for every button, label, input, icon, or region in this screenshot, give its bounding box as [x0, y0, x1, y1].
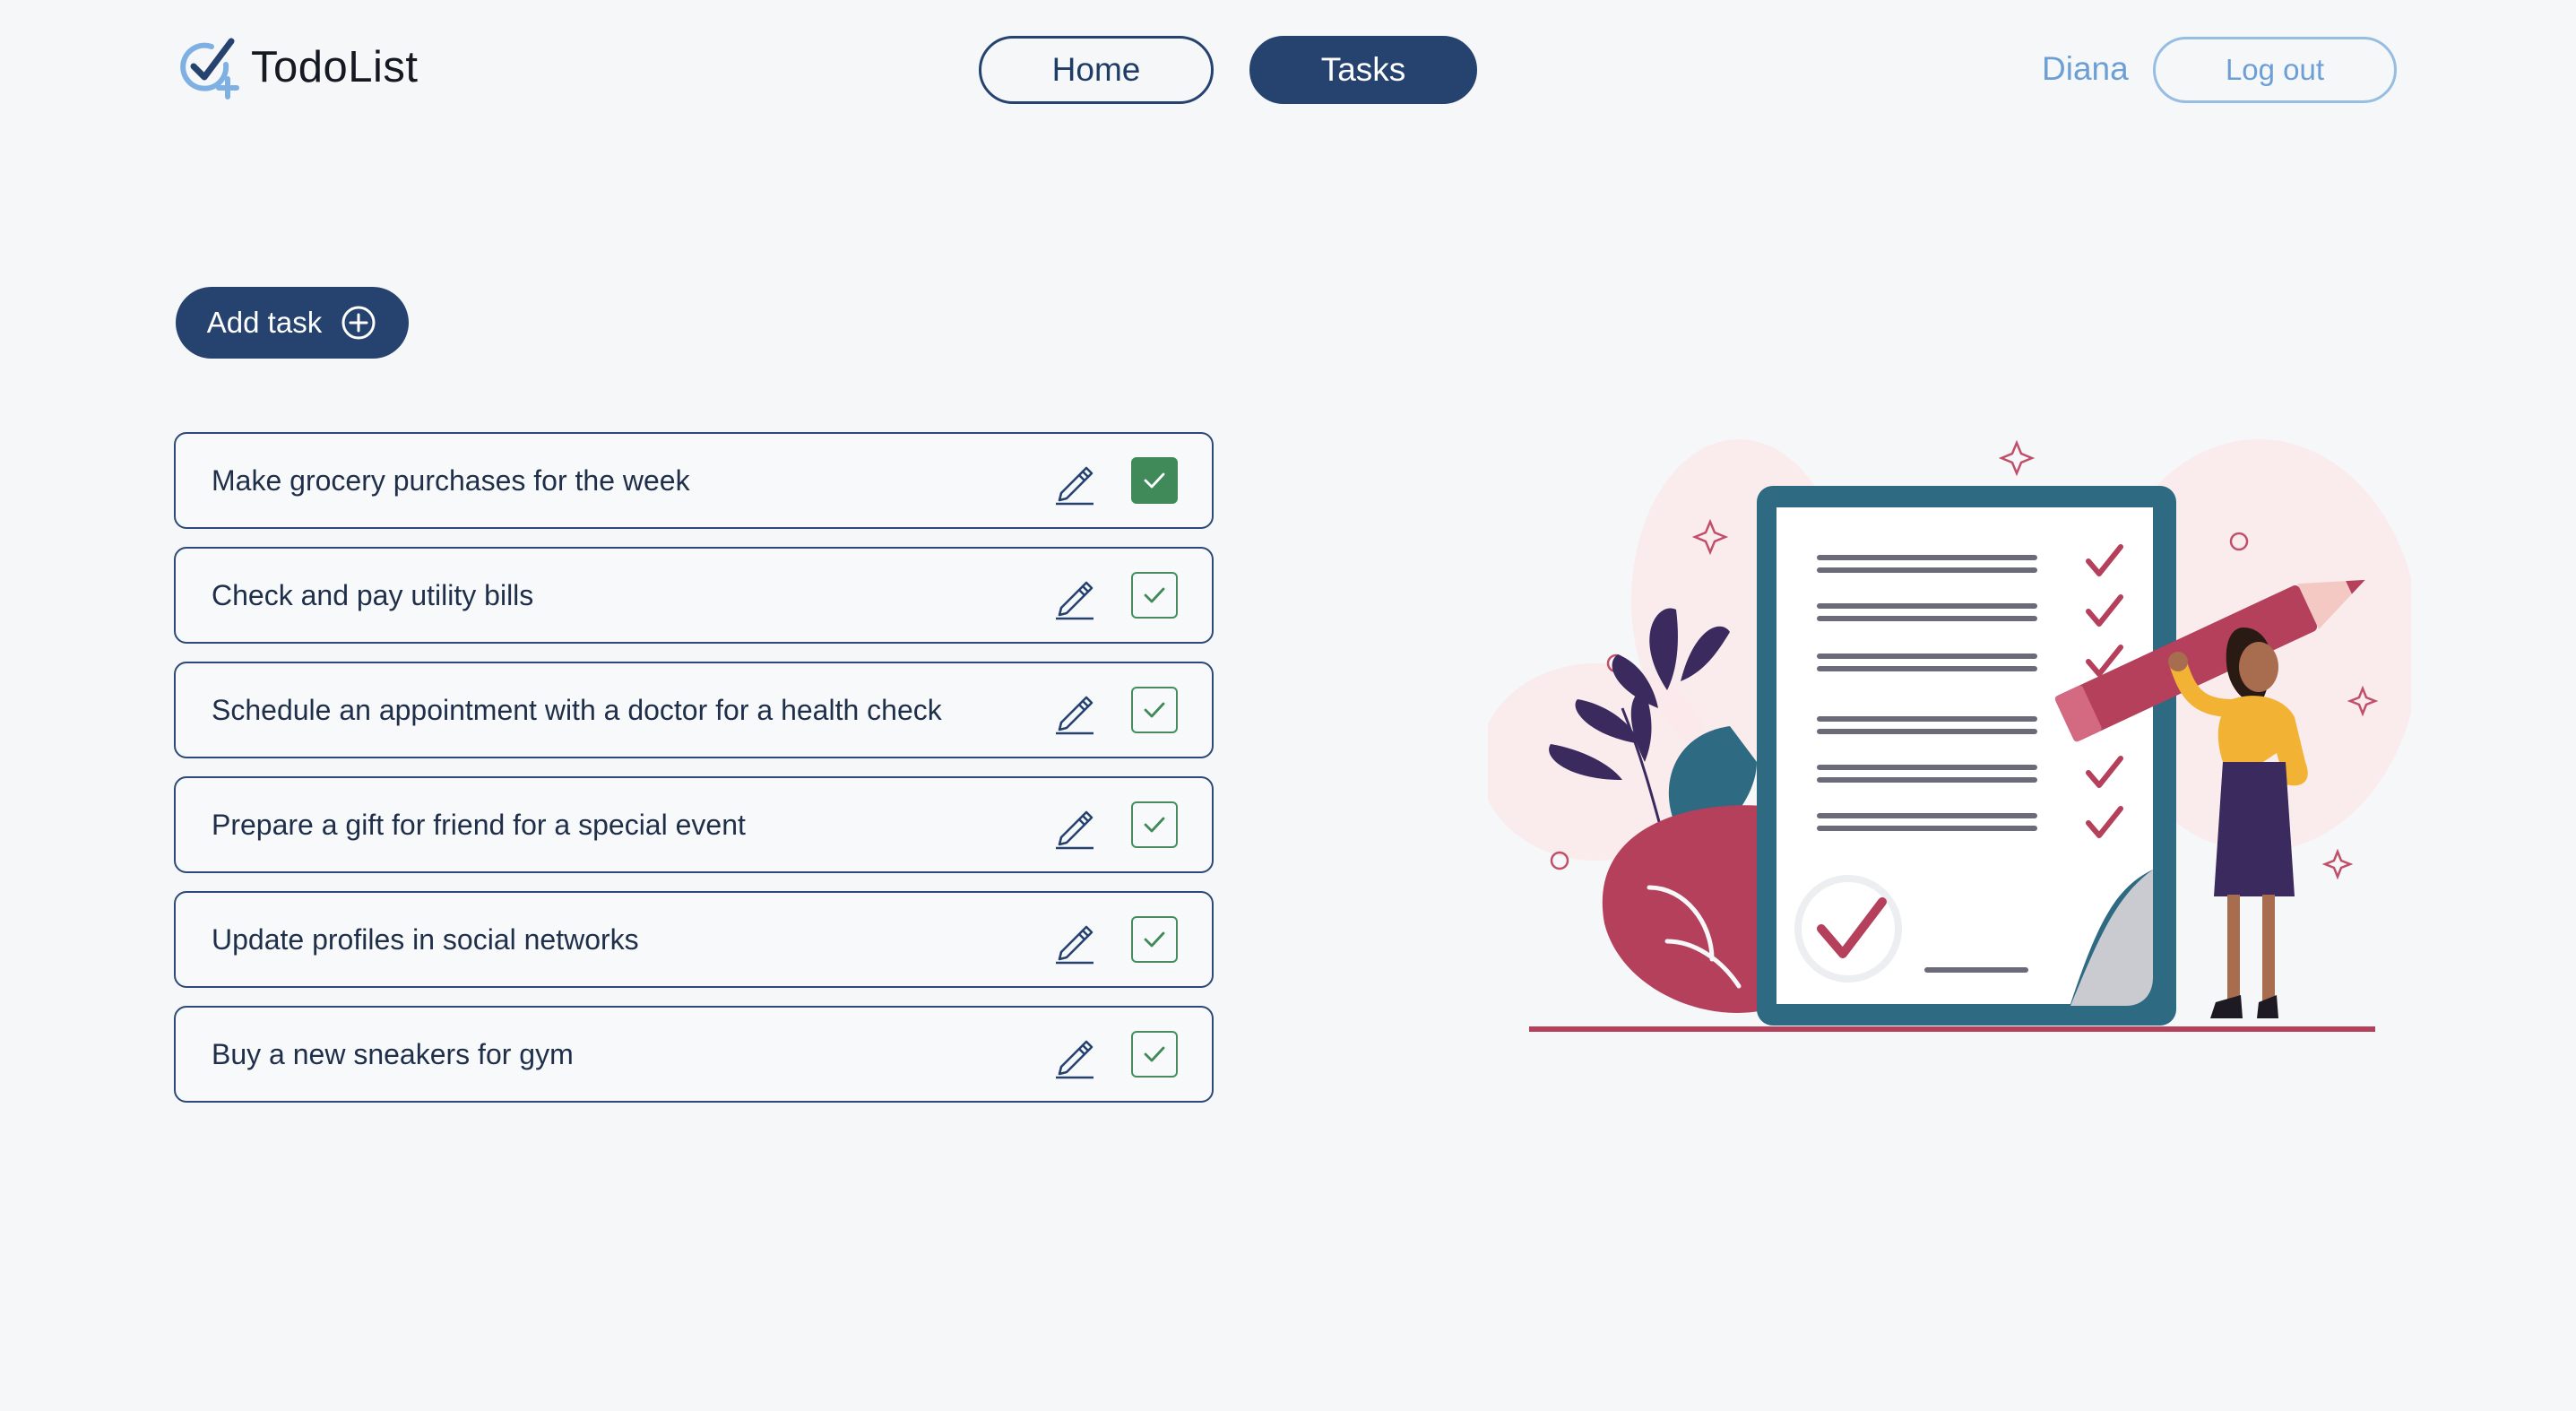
- sparkle-icon: [1998, 439, 2036, 477]
- task-checkbox[interactable]: [1131, 687, 1178, 733]
- sparkle-icon: [2321, 848, 2354, 880]
- logout-button[interactable]: Log out: [2153, 37, 2397, 103]
- task-item[interactable]: Schedule an appointment with a doctor fo…: [174, 662, 1214, 758]
- edit-pencil-icon[interactable]: [1052, 459, 1095, 506]
- task-list: Make grocery purchases for the week Check…: [174, 432, 1214, 1121]
- edit-pencil-icon[interactable]: [1052, 688, 1095, 735]
- app-logo[interactable]: TodoList: [176, 34, 419, 100]
- checkmark-icon: [1144, 817, 1165, 833]
- checkmark-icon: [1144, 931, 1165, 948]
- edit-pencil-icon[interactable]: [1052, 574, 1095, 620]
- checkmark-icon: [1144, 702, 1165, 718]
- task-item[interactable]: Update profiles in social networks: [174, 891, 1214, 988]
- task-checkbox[interactable]: [1131, 916, 1178, 963]
- task-item[interactable]: Make grocery purchases for the week: [174, 432, 1214, 529]
- checkmark-icon: [1144, 1046, 1165, 1062]
- task-checkbox[interactable]: [1131, 1031, 1178, 1078]
- task-checkbox[interactable]: [1131, 457, 1178, 504]
- nav-home-button[interactable]: Home: [979, 36, 1214, 104]
- task-item[interactable]: Prepare a gift for friend for a special …: [174, 776, 1214, 873]
- task-item[interactable]: Buy a new sneakers for gym: [174, 1006, 1214, 1103]
- checklist-illustration: [1488, 439, 2411, 1032]
- logo-text: TodoList: [251, 43, 419, 91]
- user-name[interactable]: Diana: [2042, 50, 2129, 88]
- add-task-label: Add task: [206, 306, 323, 339]
- nav-tasks-button[interactable]: Tasks: [1249, 36, 1477, 104]
- task-checkbox[interactable]: [1131, 572, 1178, 619]
- edit-pencil-icon[interactable]: [1052, 803, 1095, 850]
- task-checkbox[interactable]: [1131, 801, 1178, 848]
- checkmark-icon: [1144, 472, 1165, 489]
- add-task-button[interactable]: Add task: [176, 287, 409, 359]
- checkmark-icon: [1144, 587, 1165, 603]
- edit-pencil-icon[interactable]: [1052, 1033, 1095, 1079]
- task-item[interactable]: Check and pay utility bills: [174, 547, 1214, 644]
- plus-circle-icon: [341, 306, 376, 340]
- check-circle-plus-icon: [180, 38, 239, 100]
- edit-pencil-icon[interactable]: [1052, 918, 1095, 965]
